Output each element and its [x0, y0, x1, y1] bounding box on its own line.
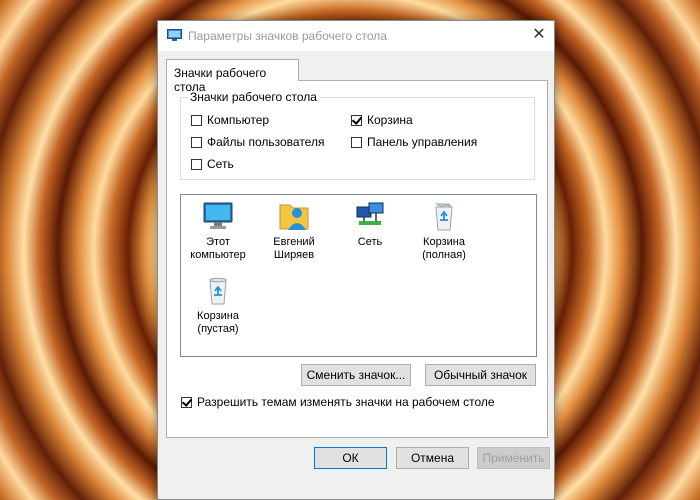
monitor-icon — [203, 202, 233, 229]
icon-label: Корзина (полная) — [422, 236, 466, 261]
checkbox-control-panel[interactable]: Панель управления — [351, 135, 477, 149]
tab-desktop-icons[interactable]: Значки рабочего стола — [166, 59, 299, 94]
icon-label: Этот компьютер — [190, 236, 246, 261]
checkbox-label: Панель управления — [367, 135, 478, 149]
desktop-settings-icon — [167, 29, 182, 41]
checkbox-user-files[interactable]: Файлы пользователя — [191, 135, 324, 149]
checkbox-label: Разрешить темам изменять значки на рабоч… — [197, 395, 495, 409]
icon-item-network[interactable]: Сеть — [333, 201, 407, 249]
checkbox-label: Сеть — [207, 157, 234, 171]
desktop-icon-settings-dialog: Параметры значков рабочего стола ✕ Значк… — [157, 20, 555, 500]
desktop-icons-groupbox: Значки рабочего стола Компьютер Корзина … — [180, 90, 535, 180]
icon-list[interactable]: Этот компьютер Евгений Ширяев Сеть Корзи… — [180, 194, 537, 357]
checkbox-box[interactable] — [191, 114, 202, 126]
apply-button[interactable]: Применить — [477, 447, 550, 469]
checkbox-network[interactable]: Сеть — [191, 157, 234, 171]
recycle-bin-full-icon — [435, 203, 453, 231]
icon-label: Евгений Ширяев — [273, 236, 315, 261]
user-folder-icon — [279, 204, 309, 230]
checkbox-allow-themes[interactable]: Разрешить темам изменять значки на рабоч… — [181, 395, 495, 409]
checkbox-label: Корзина — [367, 113, 413, 127]
checkbox-box[interactable] — [181, 396, 192, 408]
icon-item-recycle-bin-full[interactable]: Корзина (полная) — [407, 201, 481, 262]
checkbox-box[interactable] — [351, 136, 362, 148]
cancel-button[interactable]: Отмена — [396, 447, 469, 469]
icon-item-recycle-bin-empty[interactable]: Корзина (пустая) — [181, 275, 255, 336]
window-title: Параметры значков рабочего стола — [188, 29, 387, 43]
checkbox-recycle-bin[interactable]: Корзина — [351, 113, 413, 127]
icon-item-this-pc[interactable]: Этот компьютер — [181, 201, 255, 262]
default-icon-button[interactable]: Обычный значок — [425, 364, 536, 386]
network-icon — [356, 202, 384, 225]
icon-label: Корзина (пустая) — [197, 310, 239, 335]
checkbox-box[interactable] — [351, 114, 362, 126]
recycle-bin-empty-icon — [209, 277, 227, 305]
groupbox-legend: Значки рабочего стола — [188, 90, 319, 104]
ok-button[interactable]: ОК — [314, 447, 387, 469]
title-bar[interactable]: Параметры значков рабочего стола ✕ — [158, 21, 554, 51]
close-button[interactable]: ✕ — [524, 21, 554, 51]
checkbox-computer[interactable]: Компьютер — [191, 113, 269, 127]
icon-label: Сеть — [357, 236, 383, 248]
change-icon-button[interactable]: Сменить значок... — [301, 364, 411, 386]
tab-panel: Значки рабочего стола Компьютер Корзина … — [166, 80, 548, 438]
checkbox-label: Файлы пользователя — [207, 135, 325, 149]
checkbox-box[interactable] — [191, 158, 202, 170]
checkbox-box[interactable] — [191, 136, 202, 148]
icon-item-user-folder[interactable]: Евгений Ширяев — [257, 199, 331, 262]
checkbox-label: Компьютер — [207, 113, 270, 127]
